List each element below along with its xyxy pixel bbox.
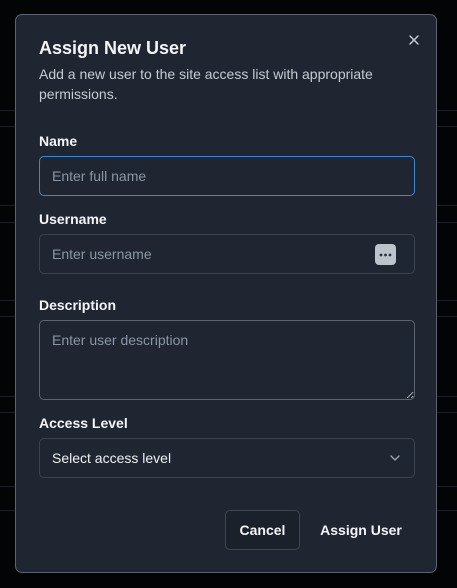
dialog-title: Assign New User [39, 38, 187, 58]
name-label: Name [39, 133, 78, 149]
background-divider [0, 412, 15, 413]
background-divider [0, 205, 15, 206]
background-divider [437, 222, 457, 223]
close-button[interactable] [404, 30, 424, 50]
close-icon [409, 35, 419, 45]
chevron-down-icon [388, 451, 402, 465]
background-divider [437, 110, 457, 111]
assign-user-dialog: Assign New User Add a new user to the si… [15, 14, 437, 573]
background-divider [0, 126, 15, 127]
dialog-description: Add a new user to the site access list w… [39, 66, 373, 102]
username-label: Username [39, 211, 107, 227]
background-divider [437, 486, 457, 487]
password-manager-icon[interactable] [375, 244, 396, 265]
background-divider [437, 205, 457, 206]
background-divider [437, 300, 457, 301]
cancel-button[interactable]: Cancel [225, 510, 300, 550]
background-divider [0, 110, 15, 111]
background-divider [437, 316, 457, 317]
background-divider [0, 316, 15, 317]
background-divider [0, 486, 15, 487]
dots-icon [379, 253, 392, 256]
background-divider [0, 396, 15, 397]
background-divider [0, 222, 15, 223]
username-input[interactable] [39, 234, 415, 274]
access-level-value: Select access level [52, 450, 172, 466]
description-textarea[interactable] [39, 320, 415, 400]
background-divider [437, 412, 457, 413]
background-divider [437, 396, 457, 397]
access-level-label: Access Level [39, 415, 128, 431]
background-divider [0, 300, 15, 301]
access-level-select[interactable]: Select access level [39, 438, 415, 478]
description-label: Description [39, 297, 117, 313]
assign-user-button[interactable]: Assign User [314, 510, 408, 550]
background-divider [437, 510, 457, 511]
background-divider [437, 126, 457, 127]
background-divider [0, 510, 15, 511]
name-input[interactable] [39, 156, 415, 196]
